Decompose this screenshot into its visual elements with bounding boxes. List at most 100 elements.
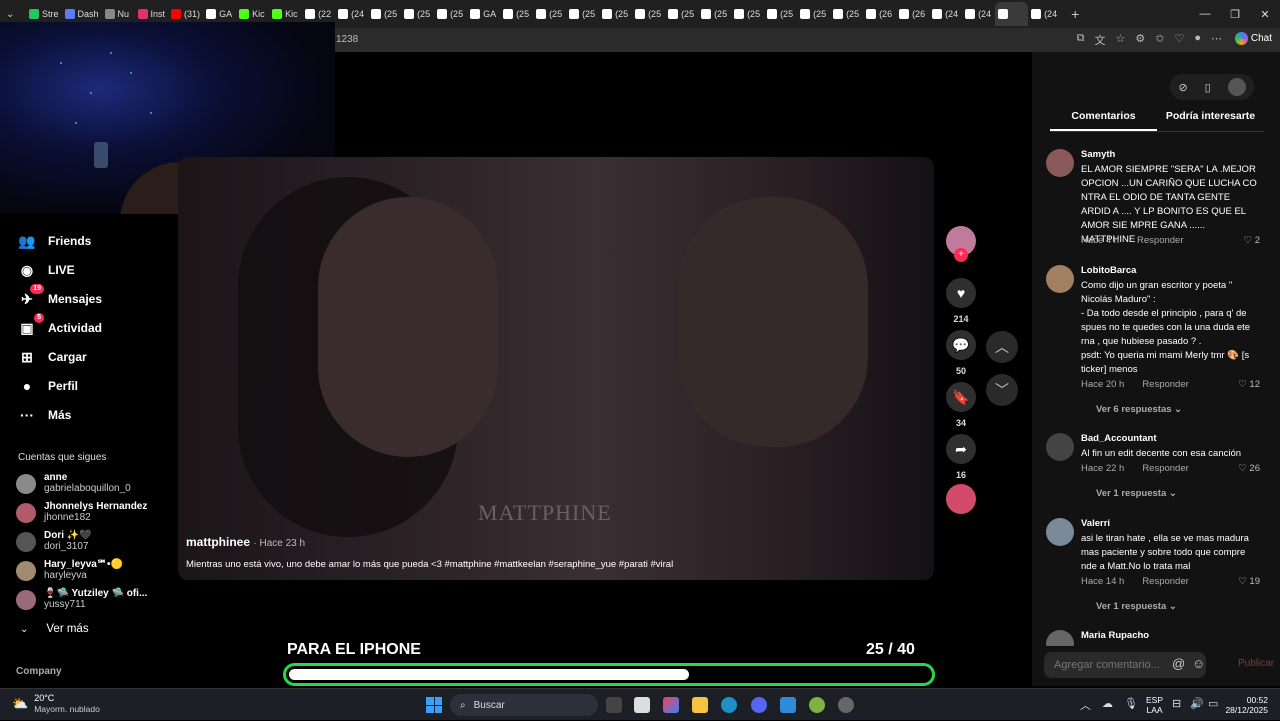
close-window-button[interactable]: ✕: [1250, 0, 1280, 28]
battery-icon[interactable]: ▭: [1208, 697, 1218, 710]
following-account[interactable]: anne gabrielaboquillon_0: [16, 472, 131, 495]
favorites-icon[interactable]: ✩: [1155, 32, 1164, 48]
task-view-icon[interactable]: [606, 697, 622, 713]
mention-icon[interactable]: @: [1172, 656, 1185, 671]
cloud-icon[interactable]: ☁: [1102, 697, 1113, 710]
browser-tab[interactable]: (25: [401, 2, 434, 26]
browser-tab[interactable]: (25: [797, 2, 830, 26]
maximize-button[interactable]: ❐: [1220, 0, 1250, 28]
comment-like-button[interactable]: ♡ 2: [1244, 235, 1260, 246]
like-button[interactable]: ♥ 214: [944, 278, 978, 324]
comment-like-button[interactable]: ♡ 19: [1238, 576, 1260, 587]
extensions-icon[interactable]: ⚙: [1135, 32, 1145, 48]
open-app-icon[interactable]: ⧉: [1077, 32, 1085, 48]
comment-user[interactable]: Valerri: [1081, 518, 1110, 529]
language-indicator[interactable]: ESP LAA: [1146, 695, 1163, 715]
minimize-button[interactable]: —: [1190, 0, 1220, 28]
copilot-app-icon[interactable]: [663, 697, 679, 713]
music-disc[interactable]: [944, 484, 978, 514]
comment-button[interactable]: 💬 50: [944, 330, 978, 376]
browser-tab[interactable]: (25: [500, 2, 533, 26]
taskbar-search[interactable]: ⌕ Buscar: [450, 694, 598, 716]
browser-tab[interactable]: (25: [698, 2, 731, 26]
profile-avatar[interactable]: ●: [1194, 32, 1201, 48]
app-icon[interactable]: [780, 697, 796, 713]
browser-tab[interactable]: (25: [434, 2, 467, 26]
video-player[interactable]: MATTPHINE: [178, 157, 934, 580]
avatar[interactable]: [1046, 265, 1074, 293]
share-button[interactable]: ➦ 16: [944, 434, 978, 480]
browser-tab[interactable]: (24: [929, 2, 962, 26]
url-text[interactable]: 1238: [336, 34, 358, 45]
sidebar-item-perfil[interactable]: ● Perfil: [18, 377, 78, 395]
follow-plus-icon[interactable]: +: [954, 248, 968, 262]
browser-essentials-icon[interactable]: ♡: [1174, 32, 1184, 48]
tab-comments[interactable]: Comentarios: [1050, 110, 1157, 131]
creator-avatar[interactable]: +: [944, 226, 978, 262]
volume-icon[interactable]: 🔊: [1190, 697, 1204, 710]
reply-button[interactable]: Responder: [1142, 379, 1188, 390]
save-button[interactable]: 🔖 34: [944, 382, 978, 428]
new-tab-button[interactable]: +: [1071, 6, 1079, 22]
tab-interesting[interactable]: Podría interesarte: [1157, 110, 1264, 131]
app-icon-2[interactable]: [809, 697, 825, 713]
browser-tab[interactable]: (25: [368, 2, 401, 26]
browser-tab[interactable]: (25: [599, 2, 632, 26]
user-avatar[interactable]: [1227, 78, 1246, 96]
previous-video-button[interactable]: ︿: [986, 331, 1018, 363]
creator-name[interactable]: mattphinee: [186, 535, 250, 549]
publish-button[interactable]: Publicar: [1238, 658, 1274, 669]
following-account[interactable]: Dori ✨🖤 dori_3107: [16, 530, 92, 553]
sidebar-item-actividad[interactable]: ▣ 5 Actividad: [18, 313, 102, 337]
tab-list-icon[interactable]: ⌄: [6, 9, 26, 20]
reply-button[interactable]: Responder: [1142, 463, 1188, 474]
phone-icon[interactable]: ▯: [1205, 81, 1211, 94]
browser-tab[interactable]: (25: [566, 2, 599, 26]
copilot-chat-button[interactable]: Chat: [1234, 32, 1272, 45]
browser-tab[interactable]: (26: [896, 2, 929, 26]
taskbar-clock[interactable]: 00:52 28/12/2025: [1225, 695, 1268, 715]
sidebar-item-cargar[interactable]: ⊞ Cargar: [18, 348, 87, 366]
tray-overflow-icon[interactable]: ︿: [1080, 697, 1091, 713]
see-more-button[interactable]: ⌄ Ver más: [20, 623, 89, 635]
browser-tab[interactable]: (25: [665, 2, 698, 26]
emoji-icon[interactable]: ☺: [1192, 656, 1205, 671]
following-account[interactable]: Hary_leyva℠•🟡 haryleyva: [16, 559, 123, 582]
reply-button[interactable]: Responder: [1137, 235, 1183, 246]
sidebar-item-live[interactable]: ◉ LIVE: [18, 261, 75, 279]
mic-icon[interactable]: 🎙: [1124, 697, 1138, 710]
translate-icon[interactable]: 文: [1095, 32, 1106, 48]
browser-tab[interactable]: (26: [863, 2, 896, 26]
view-replies-button[interactable]: Ver 6 respuestas ⌄: [1096, 404, 1182, 415]
start-button[interactable]: [426, 697, 442, 713]
comment-user[interactable]: LobitoBarca: [1081, 265, 1136, 276]
sidebar-item-mensajes[interactable]: ✈ 19 Mensajes: [18, 284, 102, 308]
browser-tab[interactable]: (24: [962, 2, 995, 26]
sidebar-item-friends[interactable]: 👥 Friends: [18, 232, 91, 250]
menu-dots-icon[interactable]: ⋯: [1211, 32, 1222, 48]
following-account[interactable]: 🍷🛸 Yutziley 🛸 ofi... yussy711: [16, 588, 147, 611]
reply-button[interactable]: Responder: [1142, 576, 1188, 587]
view-replies-button[interactable]: Ver 1 respuesta ⌄: [1096, 488, 1177, 499]
comment-like-button[interactable]: ♡ 26: [1238, 463, 1260, 474]
sidebar-item-más[interactable]: ··· Más: [18, 406, 71, 424]
store-icon[interactable]: [634, 697, 650, 713]
browser-tab[interactable]: (25: [731, 2, 764, 26]
compass-icon[interactable]: ⊘: [1178, 81, 1187, 94]
browser-tab[interactable]: (24: [1028, 2, 1061, 26]
browser-tab[interactable]: [995, 2, 1029, 26]
following-account[interactable]: Jhonnelys Hernandez jhonne182: [16, 501, 147, 524]
file-explorer-icon[interactable]: [692, 697, 708, 713]
favorite-star-icon[interactable]: ☆: [1116, 32, 1126, 48]
avatar[interactable]: [1046, 518, 1074, 546]
avatar[interactable]: [1046, 433, 1074, 461]
browser-tab[interactable]: (25: [533, 2, 566, 26]
video-creator[interactable]: mattphinee · Hace 23 h: [186, 535, 305, 549]
weather-widget[interactable]: ⛅ 20°C Mayorm. nublado: [12, 693, 100, 714]
network-icon[interactable]: ⊟: [1172, 697, 1181, 710]
browser-tab[interactable]: (25: [764, 2, 797, 26]
edge-icon[interactable]: [721, 697, 737, 713]
browser-tab[interactable]: (25: [632, 2, 665, 26]
comment-like-button[interactable]: ♡ 12: [1238, 379, 1260, 390]
app-icon-3[interactable]: [838, 697, 854, 713]
